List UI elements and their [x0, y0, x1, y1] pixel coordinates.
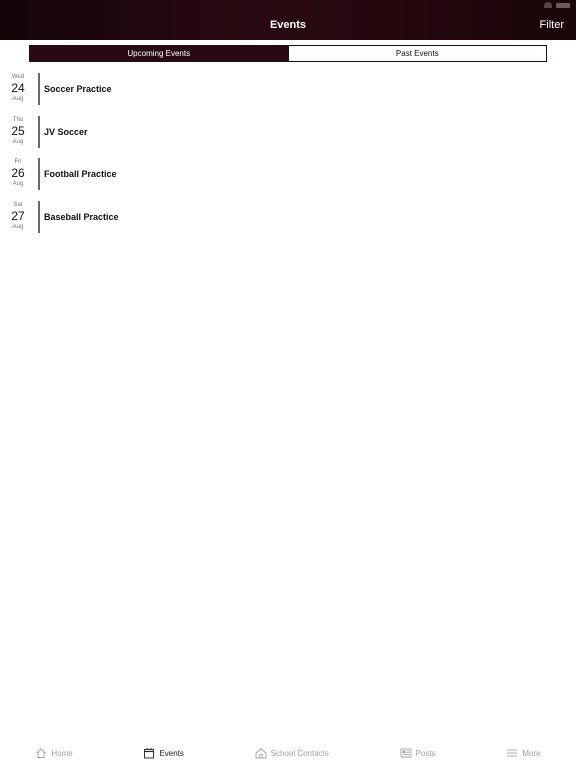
filter-button[interactable]: Filter: [540, 19, 564, 31]
event-month: Aug: [12, 223, 24, 230]
tab-events[interactable]: Events: [143, 747, 184, 759]
event-weekday: Thu: [12, 116, 24, 123]
page-title: Events: [269, 19, 307, 31]
tab-label: Posts: [415, 748, 436, 758]
event-row[interactable]: Thu 25 Aug JV Soccer: [0, 115, 576, 158]
event-day: 25: [11, 123, 25, 138]
event-title: JV Soccer: [44, 126, 88, 137]
event-divider: [38, 158, 40, 191]
tab-label: Home: [51, 748, 73, 758]
tab-posts[interactable]: Posts: [400, 747, 436, 759]
event-title: Football Practice: [44, 169, 117, 180]
tab-bar: Home Events School Contacts Posts More: [0, 738, 576, 768]
event-divider: [38, 200, 40, 233]
event-weekday: Sat: [13, 201, 23, 208]
events-segmented-control: Upcoming Events Past Events: [29, 45, 547, 62]
event-month: Aug: [12, 181, 24, 188]
past-events-tab[interactable]: Past Events: [287, 46, 546, 61]
tab-home[interactable]: Home: [35, 747, 73, 759]
event-day: 24: [11, 81, 25, 95]
tab-more[interactable]: More: [506, 747, 541, 759]
event-month: Aug: [12, 96, 24, 102]
menu-icon: [507, 749, 518, 757]
wifi-icon: [544, 2, 552, 8]
event-date: Fri 26 Aug: [0, 157, 36, 188]
tab-label: More: [522, 748, 541, 758]
event-row[interactable]: Fri 26 Aug Football Practice: [0, 157, 576, 200]
event-day: 27: [11, 208, 25, 223]
event-divider: [38, 73, 40, 105]
navigation-bar: Events Filter: [0, 0, 576, 40]
tab-label: Events: [159, 748, 184, 758]
event-month: Aug: [12, 138, 24, 145]
calendar-icon: [144, 748, 155, 759]
status-bar: [544, 2, 570, 8]
home-icon: [36, 748, 47, 758]
event-divider: [38, 115, 40, 148]
event-date: Thu 25 Aug: [0, 115, 36, 146]
event-day: 26: [11, 166, 25, 181]
event-row[interactable]: Sat 27 Aug Baseball Practice: [0, 200, 576, 243]
event-weekday: Fri: [14, 159, 22, 166]
event-list: Wed 24 Aug Soccer Practice Thu 25 Aug JV…: [0, 72, 576, 242]
tab-label: School Contacts: [270, 748, 329, 758]
school-icon: [255, 747, 267, 759]
news-icon: [400, 748, 412, 758]
event-weekday: Wed: [11, 74, 25, 80]
event-date: Sat 27 Aug: [0, 200, 36, 231]
event-date: Wed 24 Aug: [0, 72, 36, 103]
event-row[interactable]: Wed 24 Aug Soccer Practice: [0, 72, 576, 115]
event-title: Baseball Practice: [44, 211, 119, 222]
tab-school-contacts[interactable]: School Contacts: [255, 747, 329, 759]
event-title: Soccer Practice: [44, 84, 112, 94]
upcoming-events-tab[interactable]: Upcoming Events: [30, 46, 288, 61]
battery-icon: [556, 2, 570, 8]
